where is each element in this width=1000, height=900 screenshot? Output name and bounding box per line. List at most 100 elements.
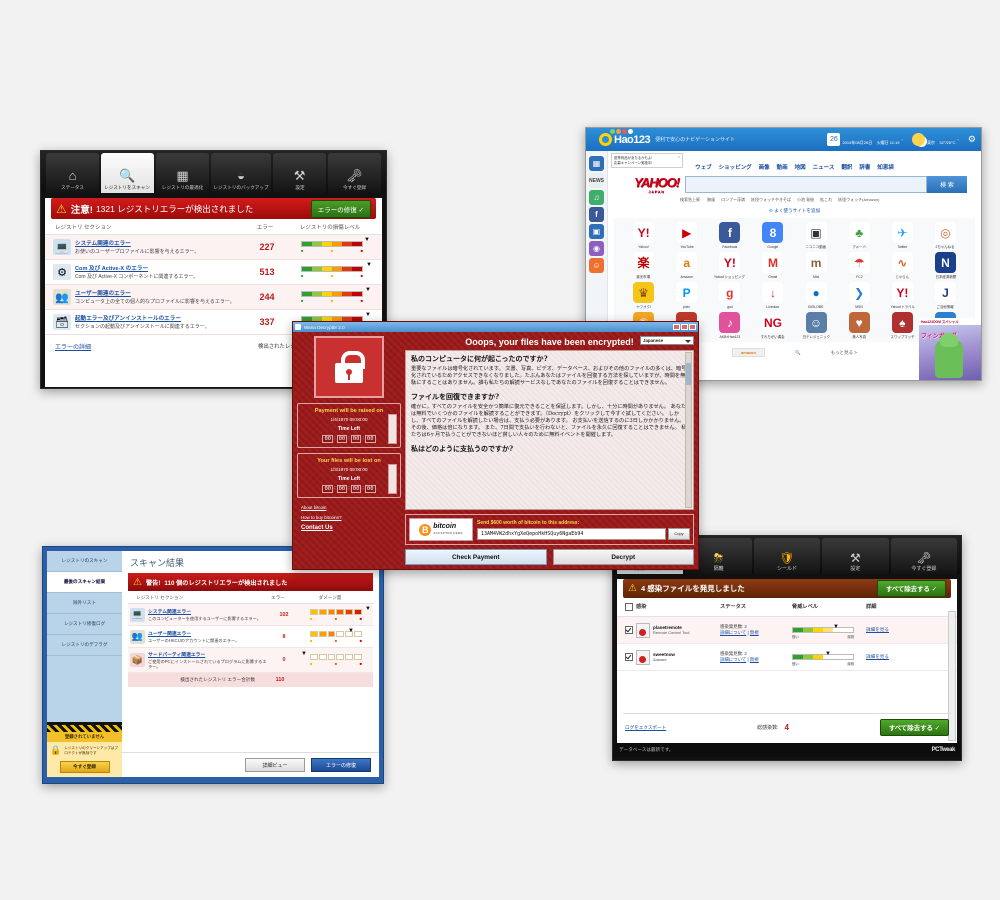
shortcut-tile[interactable]: ✈ Twitter xyxy=(881,222,924,250)
tab-settings[interactable]: ⚒ 設定 xyxy=(273,153,327,193)
shortcut-tile[interactable]: ▣ ニコニコ動画 xyxy=(795,222,838,250)
tab-register-now[interactable]: 🗝 今すぐ登録 xyxy=(890,538,958,574)
fix-errors-button[interactable]: エラーの修復 ✓ xyxy=(310,199,371,218)
widget-close-icon[interactable]: ▫ xyxy=(902,137,903,142)
nav-link[interactable]: 地図 xyxy=(795,163,806,171)
row-title-link[interactable]: 起動エラー及びアンインストールのエラー xyxy=(75,314,244,322)
widget-close-icon[interactable]: ▫ xyxy=(958,137,959,142)
sidebar-item-registry-scan[interactable]: レジストリのスキャン xyxy=(47,551,122,572)
contact-us-link[interactable]: Contact Us xyxy=(301,525,401,531)
amazon-logo[interactable]: amazon xyxy=(732,348,765,357)
shortcut-tile[interactable]: ▶ YouTube xyxy=(665,222,708,250)
detail-link[interactable]: 詳細を見る xyxy=(866,627,889,632)
shortcut-tile[interactable]: Y! Yahoo! xyxy=(622,222,665,250)
shortcut-tile[interactable]: NG すれちがい偶会 xyxy=(751,312,794,340)
sidebar-item-repair-log[interactable]: レジストリ修復ログ xyxy=(47,614,122,635)
sidebar-item-radio[interactable]: ♫ xyxy=(589,190,604,205)
trending-link[interactable]: 無風 xyxy=(707,197,715,203)
tab-register-now[interactable]: 🗝 今すぐ登録 xyxy=(328,153,382,193)
shortcut-tile[interactable]: Ppixiv xyxy=(665,282,708,310)
shortcut-tile[interactable]: f Facebook xyxy=(708,222,751,250)
yahoo-logo[interactable]: YAHOO! JAPAN xyxy=(634,175,680,194)
row-checkbox[interactable] xyxy=(625,648,636,666)
shortcut-tile[interactable]: m Mixi xyxy=(795,252,838,280)
sidebar-item-defrag[interactable]: レジストリのデフラグ xyxy=(47,635,122,656)
popup-advertisement[interactable]: × 夏季商品があたるかもよ! 応募キャンペーン実施中! xyxy=(611,153,683,168)
shortcut-tile[interactable]: ♣ アメーバ xyxy=(838,222,881,250)
nav-link[interactable]: ニュース xyxy=(813,163,835,171)
shortcut-tile[interactable]: J ご当地情報 xyxy=(924,282,967,310)
bitcoin-address-field[interactable]: 13AM4VW2dhxYgXeQepoHkHSQuy6NgaEb94 xyxy=(477,527,666,540)
table-row[interactable]: planetremote Remote Control Tool 感染発見数: … xyxy=(617,617,957,644)
scrollbar[interactable] xyxy=(685,352,692,508)
sidebar-item-grid[interactable]: ▣ xyxy=(589,224,604,239)
ignore-link[interactable]: 無視 xyxy=(750,657,759,662)
row-checkbox[interactable] xyxy=(625,621,636,639)
game-banner[interactable]: Hao123DOM スペシャル フィンガーダ xyxy=(919,318,981,380)
more-link[interactable]: もっと見る > xyxy=(831,350,857,356)
nav-link[interactable]: ウェブ xyxy=(695,163,712,171)
date-widget[interactable]: 26 2014年08月26日 火曜日 11:19 ▫ xyxy=(827,131,903,149)
trending-link[interactable]: 拡これ xyxy=(820,197,832,203)
sidebar-item-facebook[interactable]: f xyxy=(589,207,604,222)
nav-link[interactable]: 画像 xyxy=(759,163,770,171)
shortcut-tile[interactable]: ♠ スワップマッチ xyxy=(881,312,924,340)
shortcut-tile[interactable]: ● BIGLOBE xyxy=(795,282,838,310)
nav-link[interactable]: 知恵袋 xyxy=(877,163,894,171)
shortcut-tile[interactable]: Y! Yahoo!トラベル xyxy=(881,282,924,310)
weather-widget[interactable]: 東京 32°/26°C ▫ xyxy=(911,131,959,149)
nav-link[interactable]: 動画 xyxy=(777,163,788,171)
nav-link[interactable]: 辞書 xyxy=(859,163,870,171)
add-site-button[interactable]: ⚙ よく使うサイトを追加 xyxy=(608,208,981,214)
close-icon[interactable]: × xyxy=(678,154,680,160)
check-payment-button[interactable]: Check Payment xyxy=(405,549,547,565)
shortcut-tile[interactable]: ∿ じゃらん xyxy=(881,252,924,280)
hao123-logo[interactable]: Hao123 xyxy=(599,133,651,146)
minimize-button[interactable] xyxy=(673,324,680,330)
tab-registry-optimize[interactable]: ▦ レジストリの最適化 xyxy=(156,153,209,193)
table-row[interactable]: 💻 システム関連のエラー お使いのユーザープロファイルに影響を与えるエラー。 2… xyxy=(45,235,382,260)
language-select[interactable]: Japanese xyxy=(640,336,694,345)
sidebar-item-smiley[interactable]: ☺ xyxy=(589,258,604,273)
shortcut-tile[interactable]: ◎ 2ちゃんねる xyxy=(924,222,967,250)
shortcut-tile[interactable]: 楽楽天市場 xyxy=(622,252,665,280)
trending-link[interactable]: 妖怪ウォッチ(Amazon) xyxy=(838,197,879,203)
sidebar-item-last-result[interactable]: 最後のスキャン結果 xyxy=(47,572,122,593)
row-title-link[interactable]: システム関連エラー xyxy=(148,608,267,615)
shortcut-tile[interactable]: ♛ ヤフオク! xyxy=(622,282,665,310)
register-now-button[interactable]: 今すぐ登録 xyxy=(59,761,110,773)
nav-link[interactable]: ショッピング xyxy=(719,163,752,171)
tab-registry-scan[interactable]: 🔍 レジストリをスキャン xyxy=(101,153,154,193)
table-row[interactable]: sweetnow Adware 感染発見数: 2 詳細について | 無視 ▼ 低… xyxy=(617,644,957,671)
shortcut-tile[interactable]: 8 Google xyxy=(751,222,794,250)
export-log-link[interactable]: ログをエクスポート xyxy=(625,725,666,731)
row-title-link[interactable]: システム関連のエラー xyxy=(75,239,244,247)
shortcut-tile[interactable]: Y! Yahoo!ショッピング xyxy=(708,252,751,280)
shortcut-tile[interactable]: ↓ Livedoor xyxy=(751,282,794,310)
error-detail-link[interactable]: エラーの詳細 xyxy=(55,342,91,351)
about-bitcoin-link[interactable]: About bitcoin xyxy=(301,505,401,510)
row-title-link[interactable]: サードパーティ関連エラー xyxy=(148,651,267,658)
shortcut-tile[interactable]: ☂ FC2 xyxy=(838,252,881,280)
sidebar-item-apps[interactable]: ▦ xyxy=(589,156,604,171)
shortcut-tile[interactable]: ❯ MSN xyxy=(838,282,881,310)
shortcut-tile[interactable]: ♪ AKB×Hao123 xyxy=(708,312,751,340)
ignore-link[interactable]: 無視 xyxy=(750,630,759,635)
how-to-buy-bitcoins-link[interactable]: How to buy bitcoins? xyxy=(301,515,401,520)
sidebar-item-camera[interactable]: ◉ xyxy=(589,241,604,256)
remove-all-button-top[interactable]: すべて除去する ✓ xyxy=(876,580,946,597)
tab-status[interactable]: ⌂ ステータス xyxy=(46,153,99,193)
trending-link[interactable]: ロンブー淳満 xyxy=(721,197,745,203)
detail-link[interactable]: 詳細を見る xyxy=(866,654,889,659)
close-button[interactable] xyxy=(689,324,696,330)
trending-link[interactable]: 妖怪ウォッチやきそば xyxy=(751,197,791,203)
table-row[interactable]: ⚙ Com 及び Active-X のエラー Com 及び Active-X コ… xyxy=(45,260,382,285)
tab-registry-backup[interactable]: ◒ レジストリのバックアップ xyxy=(211,153,272,193)
search-input[interactable] xyxy=(685,176,927,193)
more-info-link[interactable]: 詳細について xyxy=(720,630,746,635)
shortcut-tile[interactable]: a Amazon xyxy=(665,252,708,280)
remove-all-button-bottom[interactable]: すべて除去する ✓ xyxy=(879,719,950,736)
row-title-link[interactable]: ユーザー関連のエラー xyxy=(75,289,244,297)
trending-link[interactable]: 小池 発給 xyxy=(797,197,814,203)
table-row[interactable]: 💻 システム関連エラー このコンピューターを使用するユーザーに影響するエラー。 … xyxy=(128,604,373,626)
